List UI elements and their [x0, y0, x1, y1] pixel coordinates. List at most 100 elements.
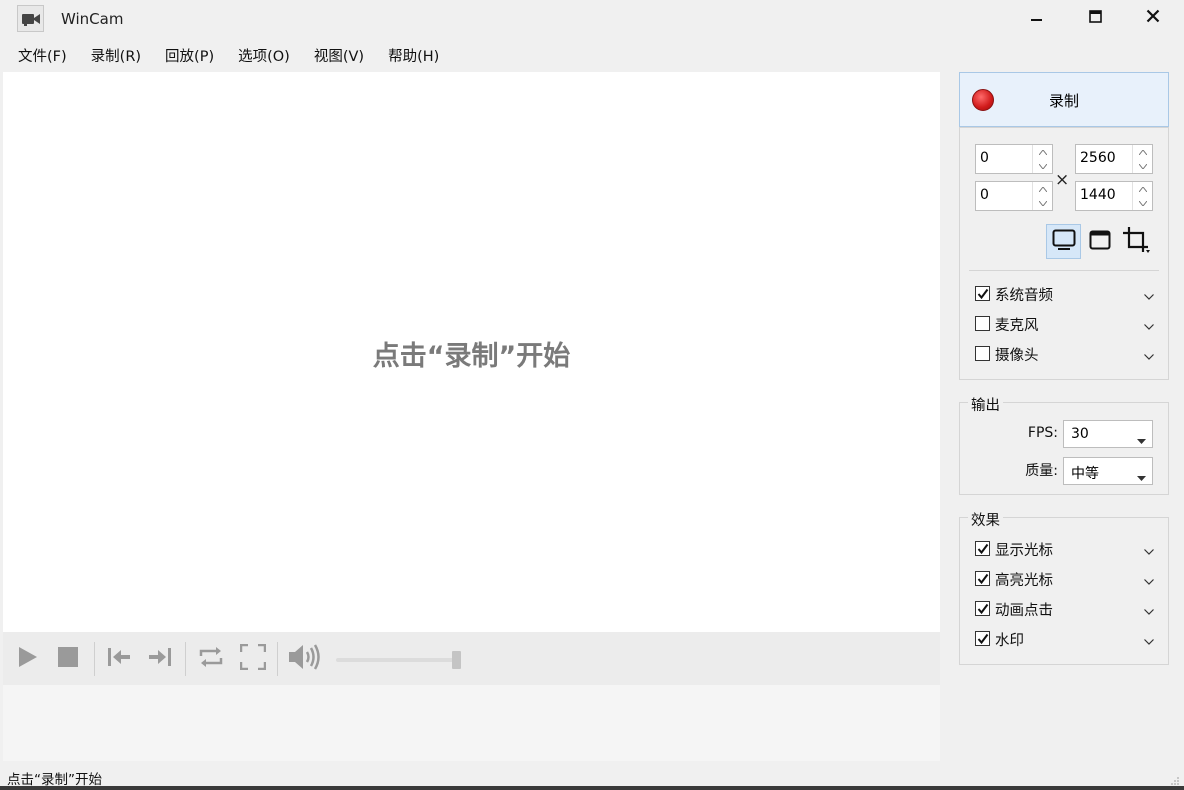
maximize-button[interactable] [1072, 4, 1118, 32]
play-icon [15, 645, 39, 673]
capture-window-button[interactable] [1082, 224, 1117, 259]
checkbox-label: 系统音频 [995, 288, 1053, 304]
menu-options[interactable]: 选项(O) [220, 42, 302, 68]
spin-arrows [1032, 145, 1052, 173]
spin-arrows [1032, 182, 1052, 210]
checkbox[interactable] [975, 316, 990, 331]
volume-slider-track[interactable] [336, 658, 460, 662]
loop-button[interactable] [196, 644, 226, 674]
effect-checkbox-3[interactable]: 水印 [975, 628, 1160, 650]
chevron-down-icon[interactable] [1144, 543, 1154, 559]
checkbox[interactable] [975, 541, 990, 556]
spin-down-button[interactable] [1133, 196, 1153, 210]
camera-icon [17, 5, 44, 32]
checkbox[interactable] [975, 286, 990, 301]
region-y-value: 0 [980, 187, 989, 203]
capture-region-button[interactable] [1118, 224, 1153, 259]
effect-checkbox-2[interactable]: 动画点击 [975, 598, 1160, 620]
record-button[interactable]: 录制 [959, 72, 1169, 127]
menu-file[interactable]: 文件(F) [0, 42, 79, 68]
chevron-down-icon[interactable] [1144, 318, 1154, 334]
close-button[interactable] [1130, 4, 1176, 32]
play-button[interactable] [12, 644, 42, 674]
status-text: 点击“录制”开始 [7, 772, 102, 788]
divider [969, 270, 1159, 271]
region-height-input[interactable]: 1440 [1075, 181, 1153, 211]
volume-button[interactable] [287, 644, 323, 674]
menu-help[interactable]: 帮助(H) [370, 42, 451, 68]
chevron-down-icon[interactable] [1144, 633, 1154, 649]
chevron-down-icon[interactable] [1144, 573, 1154, 589]
checkbox[interactable] [975, 631, 990, 646]
capture-screen-button[interactable] [1046, 224, 1081, 259]
chevron-down-icon[interactable] [1144, 348, 1154, 364]
skip-end-button[interactable] [145, 644, 175, 674]
skip-end-icon [148, 647, 172, 671]
taskbar-strip [0, 786, 1184, 790]
minimize-button[interactable] [1014, 4, 1060, 32]
checkmark-icon [977, 543, 989, 555]
checkmark-icon [977, 573, 989, 585]
fullscreen-button[interactable] [238, 643, 268, 674]
spin-up-button[interactable] [1033, 145, 1053, 159]
spin-up-button[interactable] [1033, 182, 1053, 196]
checkbox-label: 摄像头 [995, 348, 1039, 364]
checkbox[interactable] [975, 601, 990, 616]
crop-icon [1122, 226, 1150, 258]
region-y-input[interactable]: 0 [975, 181, 1053, 211]
chevron-down-icon[interactable] [1144, 603, 1154, 619]
menu-view[interactable]: 视图(V) [296, 42, 376, 68]
spin-arrows [1132, 145, 1152, 173]
skip-start-button[interactable] [104, 644, 134, 674]
spin-down-button[interactable] [1033, 159, 1053, 173]
region-height-value: 1440 [1080, 187, 1116, 203]
spin-up-button[interactable] [1133, 182, 1153, 196]
checkmark-icon [977, 603, 989, 615]
stop-button[interactable] [53, 644, 83, 674]
minimize-icon [1031, 10, 1043, 26]
region-x-input[interactable]: 0 [975, 144, 1053, 174]
spin-arrows [1132, 182, 1152, 210]
checkbox-label: 高亮光标 [995, 573, 1053, 589]
quality-select[interactable]: 中等 [1063, 457, 1153, 485]
stop-icon [58, 647, 78, 671]
checkbox-label: 水印 [995, 633, 1024, 649]
source-checkbox-0[interactable]: 系统音频 [975, 283, 1160, 305]
loop-icon [198, 645, 224, 673]
window-icon [1089, 230, 1111, 254]
dropdown-arrow-icon [1137, 432, 1146, 448]
resize-grip-icon[interactable] [1170, 774, 1180, 785]
fps-select[interactable]: 30 [1063, 420, 1153, 448]
speaker-icon [288, 643, 322, 675]
skip-start-icon [107, 647, 131, 671]
region-x-value: 0 [980, 150, 989, 166]
source-checkbox-1[interactable]: 麦克风 [975, 313, 1160, 335]
region-width-value: 2560 [1080, 150, 1116, 166]
record-label: 录制 [1048, 92, 1079, 110]
source-checkbox-2[interactable]: 摄像头 [975, 343, 1160, 365]
effect-checkbox-1[interactable]: 高亮光标 [975, 568, 1160, 590]
timeline-area [3, 685, 940, 761]
checkbox[interactable] [975, 571, 990, 586]
separator [185, 642, 186, 676]
quality-value: 中等 [1071, 466, 1099, 482]
fps-value: 30 [1071, 426, 1089, 442]
checkbox[interactable] [975, 346, 990, 361]
dropdown-arrow-icon [1137, 469, 1146, 485]
menu-playback[interactable]: 回放(P) [147, 42, 226, 68]
screen-icon [1052, 229, 1076, 255]
spin-down-button[interactable] [1033, 196, 1053, 210]
player-toolbar [3, 632, 940, 685]
fps-label: FPS: [1027, 425, 1058, 441]
effect-checkbox-0[interactable]: 显示光标 [975, 538, 1160, 560]
spin-up-button[interactable] [1133, 145, 1153, 159]
chevron-down-icon[interactable] [1144, 288, 1154, 304]
volume-slider-thumb[interactable] [452, 651, 461, 669]
spin-down-button[interactable] [1133, 159, 1153, 173]
menu-bar: 文件(F) 录制(R) 回放(P) 选项(O) 视图(V) 帮助(H) [0, 42, 445, 68]
region-width-input[interactable]: 2560 [1075, 144, 1153, 174]
menu-record[interactable]: 录制(R) [73, 42, 153, 68]
dimension-separator: × [1055, 170, 1070, 190]
checkbox-label: 显示光标 [995, 543, 1053, 559]
preview-hint: 点击“录制”开始 [372, 341, 571, 372]
